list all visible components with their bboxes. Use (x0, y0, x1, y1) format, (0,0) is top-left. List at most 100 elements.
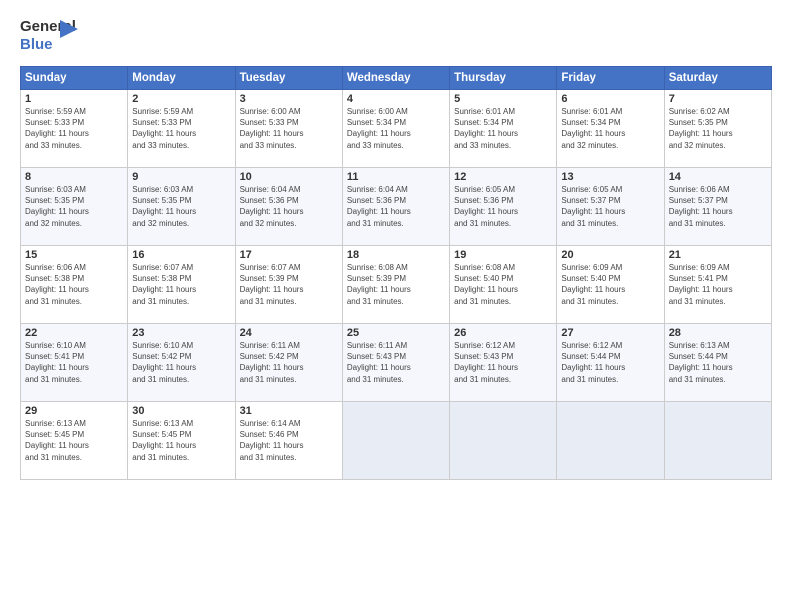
day-info: Sunrise: 6:09 AM Sunset: 5:41 PM Dayligh… (669, 262, 767, 307)
calendar-table: Sunday Monday Tuesday Wednesday Thursday… (20, 66, 772, 480)
day-info: Sunrise: 6:07 AM Sunset: 5:39 PM Dayligh… (240, 262, 338, 307)
day-number: 13 (561, 171, 659, 183)
calendar-cell: 1Sunrise: 5:59 AM Sunset: 5:33 PM Daylig… (21, 90, 128, 168)
logo: General Blue (20, 18, 70, 60)
calendar-cell (450, 402, 557, 480)
calendar-cell: 5Sunrise: 6:01 AM Sunset: 5:34 PM Daylig… (450, 90, 557, 168)
day-info: Sunrise: 6:06 AM Sunset: 5:37 PM Dayligh… (669, 184, 767, 229)
calendar-week-1: 1Sunrise: 5:59 AM Sunset: 5:33 PM Daylig… (21, 90, 772, 168)
day-number: 21 (669, 249, 767, 261)
day-number: 10 (240, 171, 338, 183)
calendar-cell: 8Sunrise: 6:03 AM Sunset: 5:35 PM Daylig… (21, 168, 128, 246)
day-info: Sunrise: 6:01 AM Sunset: 5:34 PM Dayligh… (561, 106, 659, 151)
calendar-cell: 23Sunrise: 6:10 AM Sunset: 5:42 PM Dayli… (128, 324, 235, 402)
day-info: Sunrise: 6:11 AM Sunset: 5:42 PM Dayligh… (240, 340, 338, 385)
day-number: 16 (132, 249, 230, 261)
day-number: 18 (347, 249, 445, 261)
day-info: Sunrise: 6:13 AM Sunset: 5:45 PM Dayligh… (25, 418, 123, 463)
calendar-cell: 2Sunrise: 5:59 AM Sunset: 5:33 PM Daylig… (128, 90, 235, 168)
calendar-week-2: 8Sunrise: 6:03 AM Sunset: 5:35 PM Daylig… (21, 168, 772, 246)
calendar-week-5: 29Sunrise: 6:13 AM Sunset: 5:45 PM Dayli… (21, 402, 772, 480)
day-number: 22 (25, 327, 123, 339)
day-info: Sunrise: 6:04 AM Sunset: 5:36 PM Dayligh… (240, 184, 338, 229)
calendar-cell: 7Sunrise: 6:02 AM Sunset: 5:35 PM Daylig… (664, 90, 771, 168)
header: General Blue (20, 18, 772, 60)
day-info: Sunrise: 6:07 AM Sunset: 5:38 PM Dayligh… (132, 262, 230, 307)
day-number: 11 (347, 171, 445, 183)
calendar-cell: 20Sunrise: 6:09 AM Sunset: 5:40 PM Dayli… (557, 246, 664, 324)
day-info: Sunrise: 6:04 AM Sunset: 5:36 PM Dayligh… (347, 184, 445, 229)
calendar-cell: 24Sunrise: 6:11 AM Sunset: 5:42 PM Dayli… (235, 324, 342, 402)
day-number: 26 (454, 327, 552, 339)
day-number: 17 (240, 249, 338, 261)
page: General Blue Sunday Monday Tuesday Wedne… (0, 0, 792, 612)
day-number: 3 (240, 93, 338, 105)
day-number: 5 (454, 93, 552, 105)
calendar-week-4: 22Sunrise: 6:10 AM Sunset: 5:41 PM Dayli… (21, 324, 772, 402)
day-number: 8 (25, 171, 123, 183)
calendar-cell: 13Sunrise: 6:05 AM Sunset: 5:37 PM Dayli… (557, 168, 664, 246)
calendar-cell: 26Sunrise: 6:12 AM Sunset: 5:43 PM Dayli… (450, 324, 557, 402)
col-thursday: Thursday (450, 67, 557, 90)
day-info: Sunrise: 6:03 AM Sunset: 5:35 PM Dayligh… (132, 184, 230, 229)
calendar-cell: 22Sunrise: 6:10 AM Sunset: 5:41 PM Dayli… (21, 324, 128, 402)
calendar-week-3: 15Sunrise: 6:06 AM Sunset: 5:38 PM Dayli… (21, 246, 772, 324)
day-info: Sunrise: 6:08 AM Sunset: 5:39 PM Dayligh… (347, 262, 445, 307)
calendar-cell: 21Sunrise: 6:09 AM Sunset: 5:41 PM Dayli… (664, 246, 771, 324)
day-info: Sunrise: 6:02 AM Sunset: 5:35 PM Dayligh… (669, 106, 767, 151)
day-info: Sunrise: 6:12 AM Sunset: 5:44 PM Dayligh… (561, 340, 659, 385)
day-number: 19 (454, 249, 552, 261)
calendar-cell: 9Sunrise: 6:03 AM Sunset: 5:35 PM Daylig… (128, 168, 235, 246)
col-wednesday: Wednesday (342, 67, 449, 90)
day-info: Sunrise: 6:11 AM Sunset: 5:43 PM Dayligh… (347, 340, 445, 385)
calendar-cell: 29Sunrise: 6:13 AM Sunset: 5:45 PM Dayli… (21, 402, 128, 480)
calendar-cell: 14Sunrise: 6:06 AM Sunset: 5:37 PM Dayli… (664, 168, 771, 246)
day-info: Sunrise: 6:08 AM Sunset: 5:40 PM Dayligh… (454, 262, 552, 307)
col-saturday: Saturday (664, 67, 771, 90)
col-friday: Friday (557, 67, 664, 90)
day-info: Sunrise: 5:59 AM Sunset: 5:33 PM Dayligh… (25, 106, 123, 151)
day-info: Sunrise: 6:14 AM Sunset: 5:46 PM Dayligh… (240, 418, 338, 463)
day-info: Sunrise: 6:10 AM Sunset: 5:42 PM Dayligh… (132, 340, 230, 385)
day-number: 30 (132, 405, 230, 417)
day-number: 31 (240, 405, 338, 417)
day-number: 29 (25, 405, 123, 417)
day-info: Sunrise: 6:06 AM Sunset: 5:38 PM Dayligh… (25, 262, 123, 307)
calendar-cell: 10Sunrise: 6:04 AM Sunset: 5:36 PM Dayli… (235, 168, 342, 246)
day-number: 14 (669, 171, 767, 183)
header-row: Sunday Monday Tuesday Wednesday Thursday… (21, 67, 772, 90)
day-number: 20 (561, 249, 659, 261)
calendar-cell: 16Sunrise: 6:07 AM Sunset: 5:38 PM Dayli… (128, 246, 235, 324)
calendar-cell: 27Sunrise: 6:12 AM Sunset: 5:44 PM Dayli… (557, 324, 664, 402)
calendar-cell (557, 402, 664, 480)
col-tuesday: Tuesday (235, 67, 342, 90)
col-monday: Monday (128, 67, 235, 90)
calendar-cell: 6Sunrise: 6:01 AM Sunset: 5:34 PM Daylig… (557, 90, 664, 168)
calendar-cell: 17Sunrise: 6:07 AM Sunset: 5:39 PM Dayli… (235, 246, 342, 324)
calendar-cell: 15Sunrise: 6:06 AM Sunset: 5:38 PM Dayli… (21, 246, 128, 324)
day-number: 27 (561, 327, 659, 339)
day-info: Sunrise: 6:09 AM Sunset: 5:40 PM Dayligh… (561, 262, 659, 307)
day-info: Sunrise: 6:00 AM Sunset: 5:34 PM Dayligh… (347, 106, 445, 151)
calendar-cell: 4Sunrise: 6:00 AM Sunset: 5:34 PM Daylig… (342, 90, 449, 168)
day-info: Sunrise: 6:10 AM Sunset: 5:41 PM Dayligh… (25, 340, 123, 385)
day-info: Sunrise: 6:01 AM Sunset: 5:34 PM Dayligh… (454, 106, 552, 151)
day-number: 9 (132, 171, 230, 183)
calendar-cell: 28Sunrise: 6:13 AM Sunset: 5:44 PM Dayli… (664, 324, 771, 402)
day-info: Sunrise: 6:13 AM Sunset: 5:45 PM Dayligh… (132, 418, 230, 463)
day-info: Sunrise: 5:59 AM Sunset: 5:33 PM Dayligh… (132, 106, 230, 151)
day-info: Sunrise: 6:05 AM Sunset: 5:37 PM Dayligh… (561, 184, 659, 229)
day-number: 4 (347, 93, 445, 105)
day-number: 2 (132, 93, 230, 105)
day-number: 1 (25, 93, 123, 105)
calendar-cell: 19Sunrise: 6:08 AM Sunset: 5:40 PM Dayli… (450, 246, 557, 324)
day-number: 24 (240, 327, 338, 339)
day-info: Sunrise: 6:03 AM Sunset: 5:35 PM Dayligh… (25, 184, 123, 229)
day-info: Sunrise: 6:00 AM Sunset: 5:33 PM Dayligh… (240, 106, 338, 151)
day-number: 25 (347, 327, 445, 339)
calendar-cell: 18Sunrise: 6:08 AM Sunset: 5:39 PM Dayli… (342, 246, 449, 324)
day-number: 23 (132, 327, 230, 339)
day-number: 28 (669, 327, 767, 339)
calendar-cell: 12Sunrise: 6:05 AM Sunset: 5:36 PM Dayli… (450, 168, 557, 246)
day-number: 15 (25, 249, 123, 261)
